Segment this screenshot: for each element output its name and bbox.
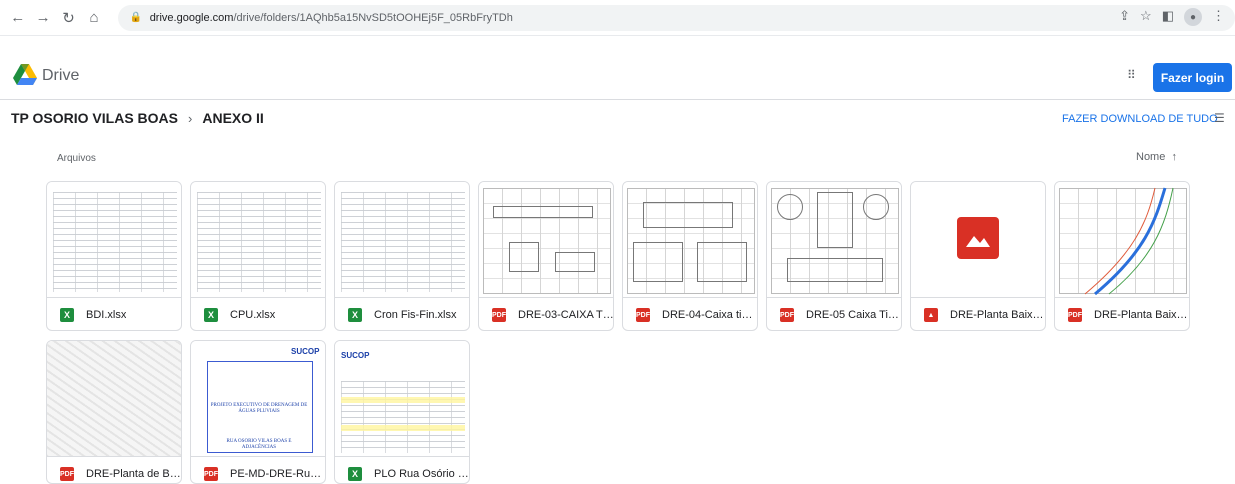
arrow-up-icon: ↑ [1171, 151, 1177, 163]
file-thumbnail [911, 182, 1045, 298]
file-card[interactable]: PDF DRE-03-CAIXA TIPO A... [478, 181, 614, 331]
file-card[interactable]: X BDI.xlsx [46, 181, 182, 331]
apps-grid-icon[interactable]: ⠿ [1127, 68, 1141, 82]
sheets-icon: X [348, 467, 362, 481]
side-panel-icon[interactable]: ◧ [1162, 8, 1174, 26]
file-thumbnail [479, 182, 613, 298]
forward-icon[interactable]: → [33, 8, 52, 28]
file-card[interactable]: ▲ DRE-Planta Baixa R01... [910, 181, 1046, 331]
reload-icon[interactable]: ↻ [59, 8, 78, 28]
drive-header: Drive ⠿ Fazer login [0, 52, 1235, 100]
file-name: DRE-04-Caixa tipo A5... [662, 309, 757, 321]
breadcrumb-item-current[interactable]: ANEXO II [202, 110, 263, 126]
file-card[interactable]: PDF DRE-05 Caixa Tipo C-... [766, 181, 902, 331]
sheets-icon: X [204, 308, 218, 322]
file-thumbnail: SUCOP [335, 341, 469, 457]
image-icon: ▲ [924, 308, 938, 322]
pdf-icon: PDF [780, 308, 794, 322]
file-name: DRE-03-CAIXA TIPO A... [518, 309, 614, 321]
file-card[interactable]: PDF DRE-Planta de Bacias... [46, 340, 182, 484]
file-thumbnail [767, 182, 901, 298]
section-label-files: Arquivos [57, 153, 96, 164]
file-name: BDI.xlsx [86, 309, 127, 321]
back-icon[interactable]: ← [8, 8, 27, 28]
pdf-icon: PDF [204, 467, 218, 481]
file-thumbnail [47, 182, 181, 298]
profile-avatar[interactable]: ● [1184, 8, 1202, 26]
sheets-icon: X [60, 308, 74, 322]
file-card[interactable]: X Cron Fis-Fin.xlsx [334, 181, 470, 331]
drive-logo-icon[interactable] [13, 64, 37, 86]
file-card[interactable]: X CPU.xlsx [190, 181, 326, 331]
url-host: drive.google.com [149, 11, 234, 24]
download-all-button[interactable]: FAZER DOWNLOAD DE TUDO [1062, 113, 1218, 125]
bookmark-star-icon[interactable]: ☆ [1140, 8, 1152, 26]
doc-title: PROJETO EXECUTIVO DE DRENAGEM DE ÁGUAS P… [210, 403, 308, 414]
file-name: PLO Rua Osório Villas... [374, 468, 470, 480]
file-name: Cron Fis-Fin.xlsx [374, 309, 457, 321]
file-thumbnail [335, 182, 469, 298]
file-name: DRE-Planta Baixa R01... [1094, 309, 1189, 321]
share-icon[interactable]: ⇪ [1119, 8, 1130, 26]
sort-label: Nome [1136, 151, 1166, 163]
sort-by-name-button[interactable]: Nome ↑ [1136, 151, 1177, 163]
menu-kebab-icon[interactable]: ⋮ [1212, 8, 1225, 26]
file-card[interactable]: PDF DRE-04-Caixa tipo A5... [622, 181, 758, 331]
image-placeholder-icon [957, 217, 999, 259]
list-view-icon[interactable]: ☰ [1214, 111, 1228, 125]
url-path: /drive/folders/1AQhb5a15NvSD5tOOHEj5F_05… [233, 11, 513, 24]
file-name: CPU.xlsx [230, 309, 276, 321]
pdf-icon: PDF [492, 308, 506, 322]
file-name: PE-MD-DRE-Rua Osór... [230, 468, 325, 480]
file-thumbnail: SUCOP PROJETO EXECUTIVO DE DRENAGEM DE Á… [191, 341, 325, 457]
file-thumbnail [191, 182, 325, 298]
sheets-icon: X [348, 308, 362, 322]
pdf-icon: PDF [1068, 308, 1082, 322]
browser-toolbar: ← → ↻ ⌂ 🔒 drive.google.com/drive/folders… [0, 0, 1235, 36]
pdf-icon: PDF [636, 308, 650, 322]
file-name: DRE-Planta Baixa R01... [950, 309, 1045, 321]
file-card[interactable]: PDF DRE-Planta Baixa R01... [1054, 181, 1190, 331]
breadcrumb: TP OSORIO VILAS BOAS › ANEXO II [11, 110, 264, 126]
lock-icon: 🔒 [129, 11, 143, 23]
file-card[interactable]: SUCOP PROJETO EXECUTIVO DE DRENAGEM DE Á… [190, 340, 326, 484]
file-thumbnail [623, 182, 757, 298]
file-name: DRE-05 Caixa Tipo C-... [806, 309, 901, 321]
file-thumbnail [47, 341, 181, 457]
file-name: DRE-Planta de Bacias... [86, 468, 182, 480]
map-drawing [1084, 187, 1174, 296]
login-button[interactable]: Fazer login [1153, 63, 1232, 92]
pdf-icon: PDF [60, 467, 74, 481]
file-thumbnail [1055, 182, 1189, 298]
app-name: Drive [42, 67, 80, 84]
sucop-logo: SUCOP [291, 347, 320, 356]
breadcrumb-item-root[interactable]: TP OSORIO VILAS BOAS [11, 110, 178, 126]
doc-subtitle: RUA OSORIO VILAS BOAS E ADJACÊNCIAS [226, 439, 292, 450]
file-card[interactable]: SUCOP X PLO Rua Osório Villas... [334, 340, 470, 484]
sucop-logo: SUCOP [341, 351, 370, 360]
address-bar[interactable]: 🔒 drive.google.com/drive/folders/1AQhb5a… [117, 4, 1235, 31]
chevron-right-icon: › [188, 110, 193, 126]
home-icon[interactable]: ⌂ [84, 8, 103, 28]
